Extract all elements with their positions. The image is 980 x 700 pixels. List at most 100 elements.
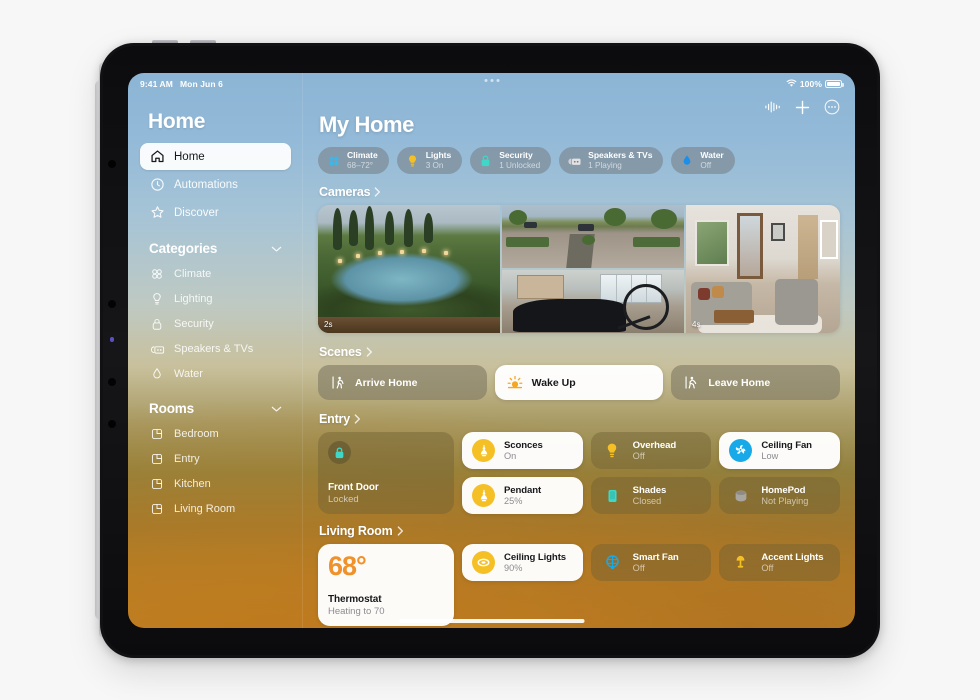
chip-subtitle: 68–72° <box>347 160 374 170</box>
living-room-column-2: Smart Fan Off <box>590 544 712 626</box>
camera-timestamp: 4s <box>692 320 701 329</box>
sidebar-item-security[interactable]: Security <box>140 311 291 336</box>
tile-homepod[interactable]: HomePod Not Playing <box>719 477 841 514</box>
sidebar-item-bedroom[interactable]: Bedroom <box>140 421 291 446</box>
sidebar-item-label: Automations <box>174 178 238 191</box>
tile-ceiling-lights[interactable]: Ceiling Lights 90% <box>462 544 583 581</box>
camera-tile-driveway[interactable]: 3s <box>502 205 684 268</box>
status-chip-water[interactable]: Water Off <box>671 147 735 174</box>
chip-title: Speakers & TVs <box>588 150 653 161</box>
section-header-living-room[interactable]: Living Room <box>319 524 840 538</box>
room-icon <box>149 476 165 492</box>
tile-state: Low <box>761 450 779 461</box>
entry-column-3: Ceiling Fan Low HomePod Not Playing <box>719 432 841 514</box>
tile-state: 90% <box>504 562 523 573</box>
lock-icon <box>149 316 165 332</box>
scene-arrive-home[interactable]: Arrive Home <box>318 365 487 400</box>
sidebar-item-label: Entry <box>174 452 200 465</box>
chip-title: Lights <box>425 150 452 161</box>
speaker-tv-icon <box>149 341 165 357</box>
star-icon <box>149 205 165 221</box>
tile-name: Sconces <box>504 439 543 451</box>
tile-state: Off <box>632 450 645 461</box>
status-chip-security[interactable]: Security 1 Unlocked <box>470 147 552 174</box>
status-chip-climate[interactable]: Climate 68–72° <box>318 147 389 174</box>
multitasking-control[interactable] <box>484 79 499 82</box>
scene-wake-up[interactable]: Wake Up <box>494 365 664 400</box>
tile-name: Ceiling Fan <box>761 439 812 451</box>
group-title: Rooms <box>149 401 195 416</box>
sidebar-item-label: Living Room <box>174 502 236 515</box>
sidebar-item-speakers-tvs[interactable]: Speakers & TVs <box>140 336 291 361</box>
camera-thumbnail <box>502 270 684 333</box>
scene-row: Arrive Home Wake Up Leave Home <box>318 365 841 400</box>
tile-smart-fan[interactable]: Smart Fan Off <box>590 544 712 581</box>
chevron-right-icon <box>397 526 404 536</box>
thermostat-temperature: 68° <box>328 551 367 581</box>
sidebar-item-entry[interactable]: Entry <box>140 446 291 471</box>
living-room-column-1: Ceiling Lights 90% <box>462 544 583 626</box>
camera-thumbnail <box>686 205 840 333</box>
more-icon[interactable] <box>824 99 840 115</box>
sidebar-item-kitchen[interactable]: Kitchen <box>140 471 291 496</box>
tile-pendant[interactable]: Pendant 25% <box>462 477 583 514</box>
camera-tile-living-room[interactable]: 4s <box>686 205 840 333</box>
tile-overhead[interactable]: Overhead Off <box>590 432 712 469</box>
entry-column-2: Overhead Off Shades Closed <box>590 432 712 514</box>
camera-tile-garage[interactable]: 1s <box>502 270 684 333</box>
water-drop-icon <box>149 366 165 382</box>
living-room-grid: 68° Thermostat Heating to 70 Ceiling Lig… <box>318 544 841 626</box>
sidebar-item-label: Water <box>174 367 203 380</box>
tile-thermostat[interactable]: 68° Thermostat Heating to 70 <box>318 544 454 626</box>
tile-state: Off <box>632 562 645 573</box>
tile-name: Ceiling Lights <box>504 551 567 563</box>
add-icon[interactable] <box>795 100 810 115</box>
section-header-cameras[interactable]: Cameras <box>319 185 840 199</box>
camera-thumbnail <box>502 205 684 268</box>
entry-grid: Front Door Locked Sconces On Pendant 25%… <box>318 432 841 514</box>
pendant-lamp-icon <box>472 484 495 507</box>
tile-state: Not Playing <box>761 495 809 506</box>
chevron-down-icon[interactable] <box>271 241 282 256</box>
sidebar-item-label: Climate <box>174 267 212 280</box>
automation-clock-icon <box>149 177 165 193</box>
tile-ceiling-fan[interactable]: Ceiling Fan Low <box>719 432 841 469</box>
tile-accent-lights[interactable]: Accent Lights Off <box>719 544 841 581</box>
chip-subtitle: 3 On <box>425 160 444 170</box>
ceiling-fan-icon <box>729 439 753 462</box>
home-indicator[interactable] <box>399 619 584 623</box>
walk-in-icon <box>330 375 346 391</box>
chip-title: Security <box>499 150 533 161</box>
sidebar-item-automations[interactable]: Automations <box>140 171 291 198</box>
toolbar <box>765 99 840 115</box>
sidebar-group-categories[interactable]: Categories <box>149 241 291 256</box>
lock-icon <box>478 153 493 168</box>
sidebar-item-discover[interactable]: Discover <box>140 199 291 226</box>
bezel-hole-2 <box>108 300 116 308</box>
section-header-entry[interactable]: Entry <box>319 412 840 426</box>
sunrise-icon <box>507 375 523 391</box>
chevron-down-icon[interactable] <box>271 401 282 416</box>
siri-waveform-icon[interactable] <box>765 100 781 114</box>
ipad-screen: 9:41 AM Mon Jun 6 100% Home Home Automat… <box>128 73 855 628</box>
status-chip-lights[interactable]: Lights 3 On <box>396 147 463 174</box>
sidebar-group-rooms[interactable]: Rooms <box>149 401 291 416</box>
tile-shades[interactable]: Shades Closed <box>590 477 712 514</box>
camera-tile-pool[interactable]: 2s <box>318 205 500 333</box>
sidebar-item-lighting[interactable]: Lighting <box>140 286 291 311</box>
section-header-scenes[interactable]: Scenes <box>319 345 840 359</box>
sidebar-item-water[interactable]: Water <box>140 361 291 386</box>
sidebar-item-home[interactable]: Home <box>140 143 291 170</box>
sidebar-item-living-room[interactable]: Living Room <box>140 496 291 521</box>
status-chip-speakers-tvs[interactable]: Speakers & TVs 1 Playing <box>559 147 664 174</box>
tile-sconces[interactable]: Sconces On <box>462 432 583 469</box>
bulb-icon <box>149 291 165 307</box>
bezel-hole-1 <box>108 160 116 168</box>
bulb-icon <box>601 439 624 462</box>
tile-front-door[interactable]: Front Door Locked <box>318 432 454 514</box>
room-icon <box>149 501 165 517</box>
sidebar-item-label: Bedroom <box>174 427 219 440</box>
scene-leave-home[interactable]: Leave Home <box>671 365 841 400</box>
shades-icon <box>601 484 624 507</box>
sidebar-item-climate[interactable]: Climate <box>140 261 291 286</box>
